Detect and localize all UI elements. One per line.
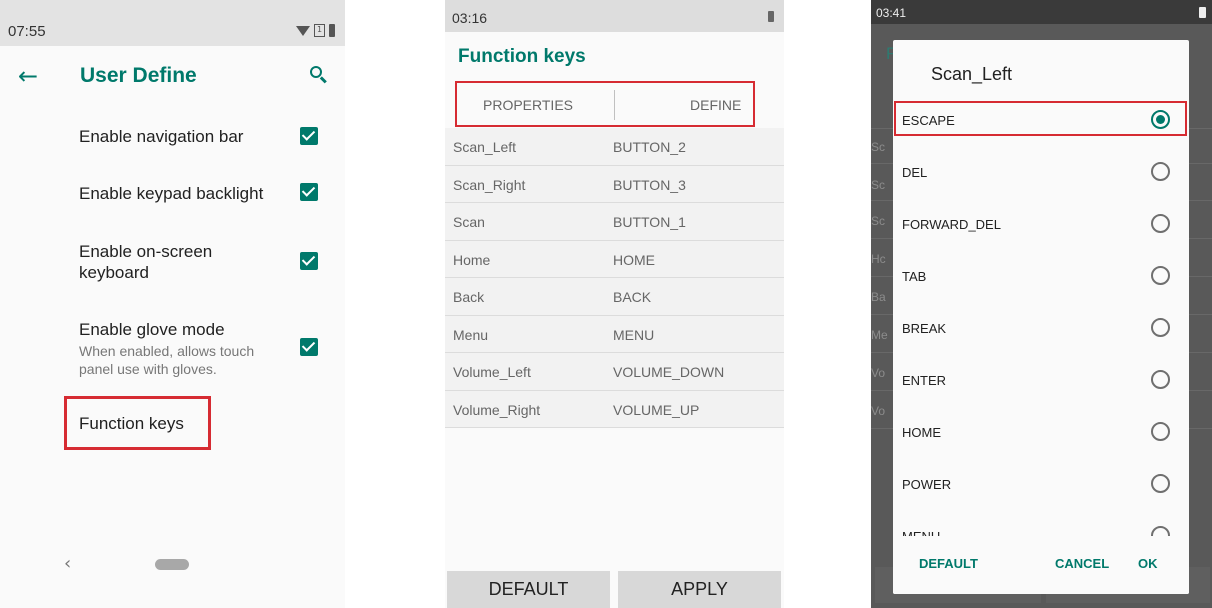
key-value: BUTTON_1 xyxy=(613,214,686,230)
table-row[interactable]: Scan_Right BUTTON_3 xyxy=(445,166,784,203)
wifi-icon xyxy=(296,25,310,36)
dialog-actions: DEFAULT CANCEL OK xyxy=(893,536,1189,594)
screen-function-keys: 03:16 Function keys PROPERTIES DEFINE Sc… xyxy=(445,0,784,608)
highlight-box xyxy=(894,101,1187,136)
screen-key-dialog: 03:41 F Sc Sc Sc Hc Ba Me Vo Vo Scan_Lef… xyxy=(871,0,1212,608)
radio-icon[interactable] xyxy=(1151,474,1170,493)
checkbox-glove-mode[interactable] xyxy=(300,338,318,356)
key-name: Scan_Left xyxy=(453,139,517,155)
default-button[interactable]: DEFAULT xyxy=(447,571,610,608)
option-enter[interactable]: ENTER xyxy=(893,354,1189,406)
background-row-fragment: Hc xyxy=(871,252,886,266)
page-title: Function keys xyxy=(458,46,586,67)
option-label: ENTER xyxy=(902,373,947,388)
key-mapping-list: Scan_Left BUTTON_2 Scan_Right BUTTON_3 Sca… xyxy=(445,128,784,428)
nav-home-pill-icon[interactable] xyxy=(155,559,189,570)
key-name: Scan_Right xyxy=(453,176,526,193)
cancel-button[interactable]: CANCEL xyxy=(1055,556,1109,571)
option-label: BREAK xyxy=(902,321,947,336)
setting-title: Enable glove mode xyxy=(79,320,225,339)
dialog-title: Scan_Left xyxy=(931,64,1013,84)
option-label: FORWARD_DEL xyxy=(902,217,1001,232)
option-home[interactable]: HOME xyxy=(893,406,1189,458)
radio-icon[interactable] xyxy=(1151,162,1170,181)
option-break[interactable]: BREAK xyxy=(893,302,1189,354)
option-label: HOME xyxy=(902,425,941,440)
checkbox-keypad-backlight[interactable] xyxy=(300,183,318,201)
sim-icon: 1 xyxy=(314,24,325,37)
key-value: MENU xyxy=(613,326,655,343)
option-label: TAB xyxy=(902,269,927,284)
key-value: HOME xyxy=(613,251,655,268)
tab-define[interactable]: DEFINE xyxy=(690,97,741,113)
setting-title: Enable navigation bar xyxy=(79,127,244,146)
background-row-fragment: Sc xyxy=(871,214,886,228)
nav-back-icon[interactable]: ‹ xyxy=(64,553,71,574)
table-row[interactable]: Scan_Left BUTTON_2 xyxy=(445,128,784,166)
option-power[interactable]: POWER xyxy=(893,458,1189,510)
status-time: 03:41 xyxy=(876,6,907,20)
status-bar: 03:16 xyxy=(445,0,784,32)
background-row-fragment: Vo xyxy=(871,366,886,380)
table-row[interactable]: Volume_Right VOLUME_UP xyxy=(445,391,784,428)
search-icon[interactable] xyxy=(310,66,327,84)
back-arrow-icon[interactable]: ← xyxy=(18,62,38,90)
page-title: User Define xyxy=(80,64,197,87)
key-name: Volume_Left xyxy=(453,364,531,380)
radio-icon[interactable] xyxy=(1151,214,1170,233)
radio-icon[interactable] xyxy=(1151,422,1170,441)
key-value: VOLUME_DOWN xyxy=(613,364,725,380)
status-time: 03:16 xyxy=(452,10,488,26)
table-row[interactable]: Back BACK xyxy=(445,278,784,316)
key-value: BACK xyxy=(613,289,652,305)
key-value: BUTTON_2 xyxy=(613,139,686,155)
option-tab[interactable]: TAB xyxy=(893,250,1189,302)
background-row-fragment: Ba xyxy=(871,290,886,304)
status-bar: 07:55 1 xyxy=(0,0,345,46)
setting-title: Enable on-screen keyboard xyxy=(79,242,213,282)
radio-icon[interactable] xyxy=(1151,266,1170,285)
navigation-bar: ‹ xyxy=(0,538,345,608)
option-label: POWER xyxy=(902,477,952,492)
key-value: BUTTON_3 xyxy=(613,176,686,193)
background-row-fragment: Sc xyxy=(871,140,886,154)
option-del[interactable]: DEL xyxy=(893,146,1189,198)
radio-icon[interactable] xyxy=(1151,370,1170,389)
key-value: VOLUME_UP xyxy=(613,401,700,418)
background-row-fragment: Me xyxy=(871,328,888,342)
screen-user-define: 07:55 1 ← User Define Enable navigation … xyxy=(0,0,345,608)
checkbox-on-screen-keyboard[interactable] xyxy=(300,252,318,270)
key-name: Menu xyxy=(453,326,489,343)
status-icons: 1 xyxy=(296,24,335,37)
checkbox-navigation-bar[interactable] xyxy=(300,127,318,145)
key-name: Home xyxy=(453,251,491,268)
setting-title: Enable keypad backlight xyxy=(79,184,264,203)
setting-summary: When enabled, allows touch panel use wit… xyxy=(79,343,255,377)
key-name: Volume_Right xyxy=(453,401,541,418)
status-bar: 03:41 xyxy=(871,0,1212,24)
battery-icon xyxy=(768,11,774,22)
table-row[interactable]: Home HOME xyxy=(445,241,784,278)
tab-divider xyxy=(614,90,615,120)
background-row-fragment: Sc xyxy=(871,178,886,192)
table-row[interactable]: Menu MENU xyxy=(445,316,784,353)
key-name: Scan xyxy=(453,214,485,230)
highlight-box xyxy=(64,396,211,450)
battery-icon xyxy=(329,24,335,37)
option-label: DEL xyxy=(902,165,928,180)
ok-button[interactable]: OK xyxy=(1138,556,1158,571)
apply-button[interactable]: APPLY xyxy=(618,571,781,608)
status-time: 07:55 xyxy=(8,23,46,40)
default-button[interactable]: DEFAULT xyxy=(919,556,978,571)
app-bar: ← User Define xyxy=(0,46,345,106)
tab-bar-highlighted: PROPERTIES DEFINE xyxy=(455,81,755,127)
option-forward-del[interactable]: FORWARD_DEL xyxy=(893,198,1189,250)
tab-properties[interactable]: PROPERTIES xyxy=(483,97,573,113)
background-row-fragment: Vo xyxy=(871,404,886,418)
key-name: Back xyxy=(453,289,485,305)
table-row[interactable]: Volume_Left VOLUME_DOWN xyxy=(445,353,784,391)
table-row[interactable]: Scan BUTTON_1 xyxy=(445,203,784,241)
battery-icon xyxy=(1199,7,1206,18)
radio-icon[interactable] xyxy=(1151,318,1170,337)
